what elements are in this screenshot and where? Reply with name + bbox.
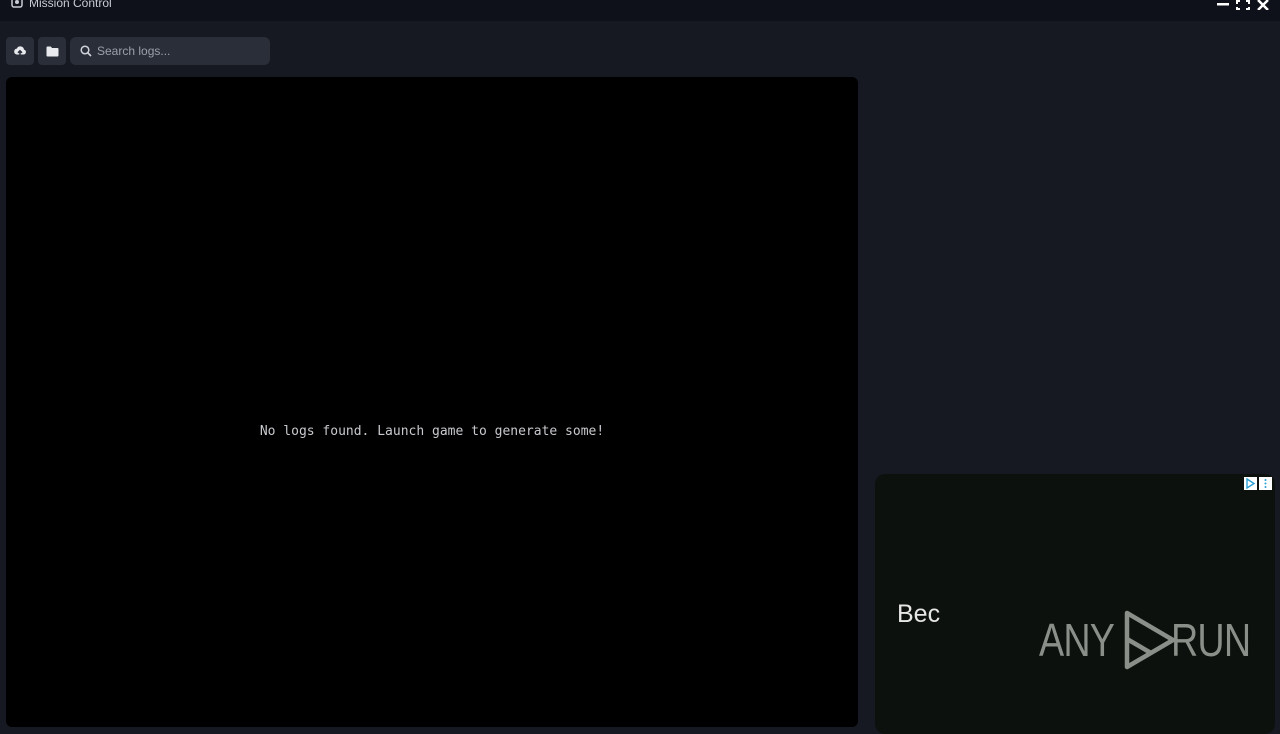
cloud-upload-icon [14,46,26,57]
log-panel[interactable]: No logs found. Launch game to generate s… [6,77,858,727]
ad-badges [1244,477,1272,490]
search-input[interactable] [97,37,265,65]
folder-icon [46,46,58,56]
search-box[interactable] [70,37,270,65]
ad-banner[interactable]: Bec ANY RUN [875,474,1275,734]
ad-logo: ANY RUN [1039,608,1267,672]
ad-logo-any: ANY [1039,614,1115,666]
window-title: Mission Control [29,0,112,10]
open-folder-button[interactable] [38,37,66,65]
ad-text: Bec [897,600,941,628]
maximize-icon[interactable] [1236,0,1250,10]
play-triangle-icon [1124,610,1175,670]
title-bar: Mission Control [0,0,1280,21]
ad-choices-icon[interactable] [1244,477,1257,490]
close-icon[interactable] [1256,0,1270,10]
upload-logs-button[interactable] [6,37,34,65]
search-icon [80,45,92,57]
minimize-icon[interactable] [1216,0,1230,10]
empty-logs-message: No logs found. Launch game to generate s… [259,424,605,439]
ad-logo-run: RUN [1170,614,1251,666]
ad-menu-icon[interactable] [1259,477,1272,490]
app-icon [11,0,23,8]
